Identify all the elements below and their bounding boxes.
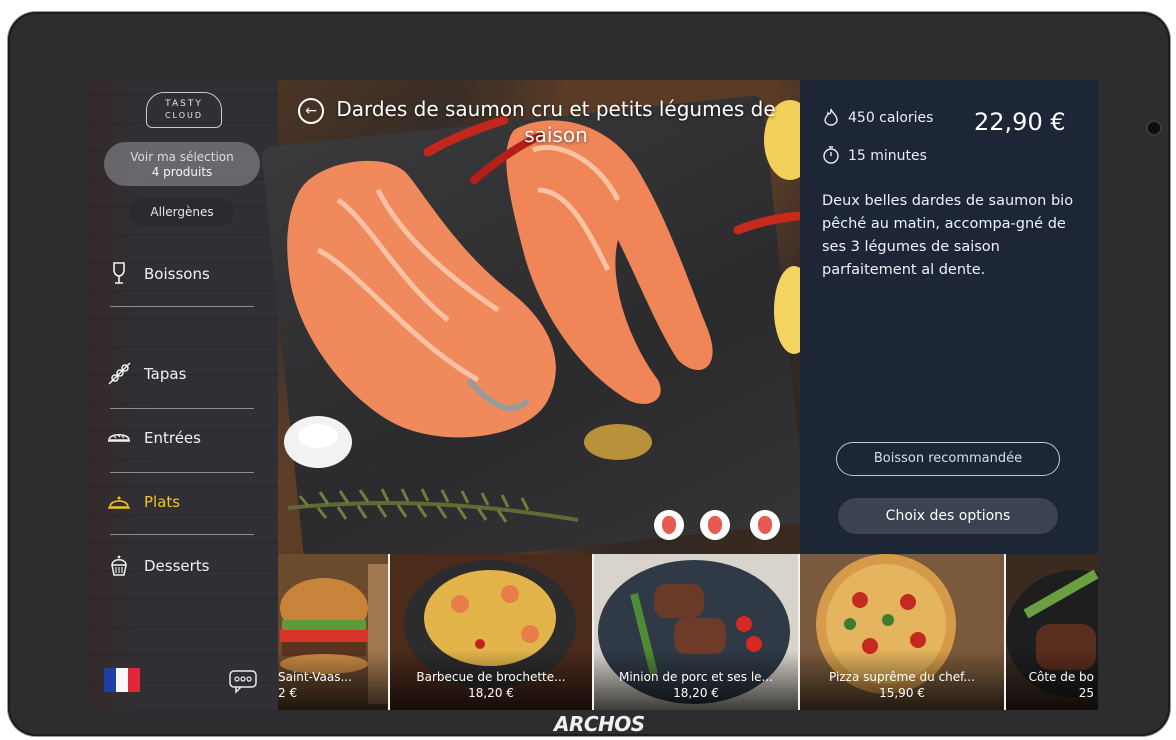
nav-item-boissons[interactable]: Boissons	[106, 258, 276, 292]
dish-price: 18,20 €	[468, 686, 514, 700]
camera-icon	[1148, 122, 1160, 134]
dish-name: Barbecue de brochette...	[416, 670, 566, 684]
nav-divider	[110, 408, 254, 409]
dish-name: Côte de bo	[1028, 670, 1094, 684]
bread-icon	[108, 434, 130, 442]
cupcake-icon	[111, 555, 127, 576]
dish-card[interactable]: Minion de porc et ses le... 18,20 €	[594, 554, 798, 710]
dish-price: 25	[1078, 686, 1094, 700]
skewer-icon	[108, 362, 131, 385]
tablet-device: ARCHOS TASTY CLOUD Voir ma sélection 4 p…	[8, 12, 1170, 736]
app-screen: TASTY CLOUD Voir ma sélection 4 produits…	[88, 80, 1098, 710]
device-brand: ARCHOS	[554, 712, 645, 736]
app-logo: TASTY CLOUD	[146, 92, 222, 128]
carousel-dot-1[interactable]	[654, 510, 684, 540]
product-price: 22,90 €	[974, 108, 1066, 136]
nav-label-plats: Plats	[144, 493, 181, 511]
sidebar: TASTY CLOUD Voir ma sélection 4 produits…	[88, 80, 278, 710]
nav-item-desserts[interactable]: Desserts	[106, 550, 276, 584]
waiter-call-icon[interactable]	[228, 668, 258, 694]
back-button[interactable]: ←	[298, 98, 324, 124]
dish-card[interactable]: Saint-Vaas... 2 €	[278, 554, 388, 710]
product-info-panel: 450 calories 22,90 € 15 minutes Deux bel…	[800, 80, 1098, 554]
dish-name: Minion de porc et ses le...	[618, 670, 773, 684]
dish-card[interactable]: Pizza suprême du chef... 15,90 €	[800, 554, 1004, 710]
my-selection-count: 4 produits	[151, 165, 213, 179]
product-hero-image: ← Dardes de saumon cru et petits légumes…	[260, 80, 808, 576]
options-button[interactable]: Choix des options	[838, 498, 1058, 534]
nav-label-tapas: Tapas	[144, 365, 187, 383]
nav-divider	[110, 472, 254, 473]
nav-item-plats[interactable]: Plats	[106, 486, 276, 520]
dish-card[interactable]: Côte de bo 25	[1006, 554, 1098, 710]
dish-name: Saint-Vaas...	[278, 670, 352, 684]
dish-price: 15,90 €	[879, 686, 925, 700]
my-selection-label: Voir ma sélection	[130, 150, 234, 164]
nav-label-boissons: Boissons	[144, 265, 210, 283]
dish-carousel: Saint-Vaas... 2 € Barbecue de brochette.…	[278, 554, 1098, 710]
logo-line-1: TASTY	[165, 99, 203, 109]
nav-label-desserts: Desserts	[144, 557, 210, 575]
french-flag-icon[interactable]	[104, 668, 140, 692]
nav-item-entrees[interactable]: Entrées	[106, 422, 276, 456]
nav-divider	[110, 534, 254, 535]
logo-line-2: CLOUD	[164, 111, 204, 120]
dish-price: 18,20 €	[673, 686, 719, 700]
carousel-dot-2[interactable]	[700, 510, 730, 540]
stopwatch-icon	[823, 146, 839, 164]
cloche-icon	[108, 496, 130, 509]
dish-name: Pizza suprême du chef...	[829, 670, 975, 684]
dish-card[interactable]: Barbecue de brochette... 18,20 €	[390, 554, 592, 710]
flame-icon	[824, 108, 838, 126]
carousel-dot-3[interactable]	[750, 510, 780, 540]
product-prep-time: 15 minutes	[848, 148, 927, 164]
product-title: Dardes de saumon cru et petits légumes d…	[336, 97, 776, 147]
allergens-button[interactable]: Allergènes	[130, 198, 234, 226]
nav-item-tapas[interactable]: Tapas	[106, 358, 276, 392]
wine-glass-icon	[113, 262, 125, 284]
nav-label-entrees: Entrées	[144, 429, 201, 447]
nav-divider	[110, 306, 254, 307]
salmon-illustration	[284, 100, 800, 523]
product-calories: 450 calories	[848, 110, 934, 126]
recommended-drink-button[interactable]: Boisson recommandée	[836, 442, 1060, 476]
product-description: Deux belles dardes de saumon bio pêché a…	[822, 193, 1074, 278]
dish-price: 2 €	[278, 686, 298, 700]
my-selection-button[interactable]: Voir ma sélection 4 produits	[104, 142, 260, 186]
